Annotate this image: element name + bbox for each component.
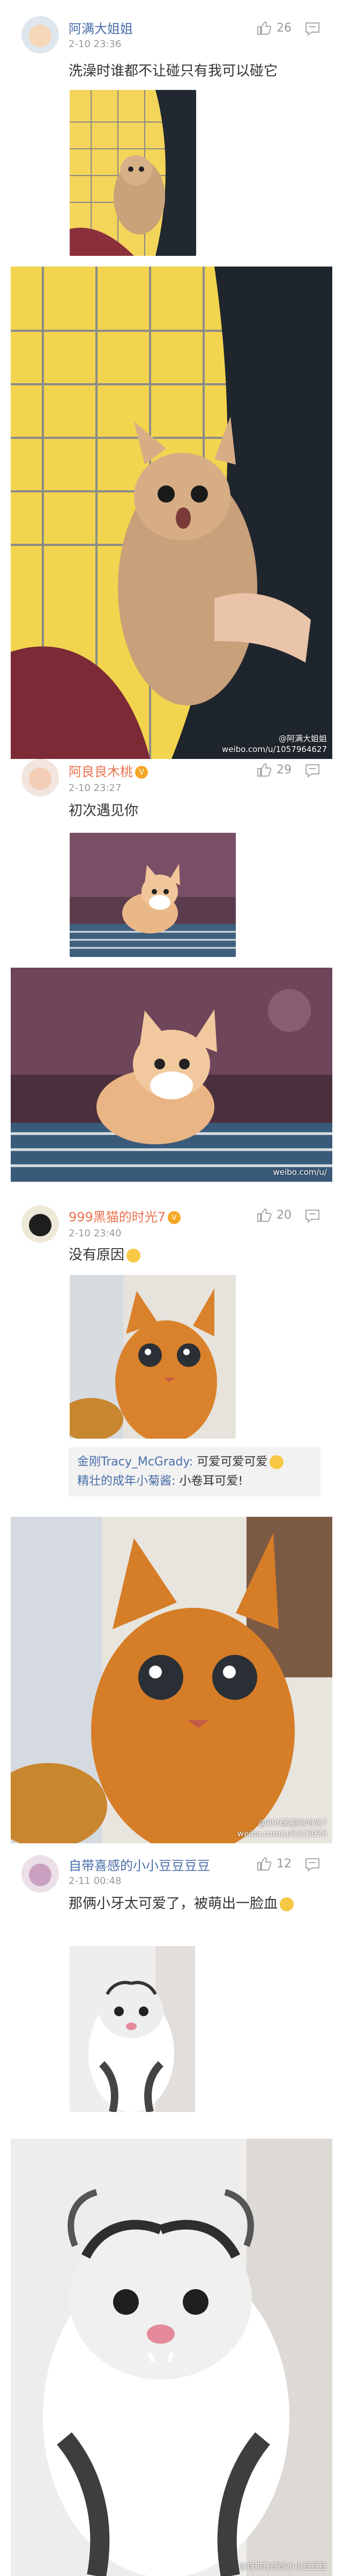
comment-text: 那俩小牙太可爱了，被萌出一脸血 [69,1893,326,1915]
thumbs-up-icon [256,762,272,777]
like-button[interactable]: 20 [256,1207,292,1222]
username[interactable]: 999黑猫的时光7 V [69,1206,181,1225]
like-count: 20 [277,1208,292,1222]
reply-item[interactable]: 精壮的成年小菊酱: 小卷耳可爱! [77,1472,312,1491]
comment-image-thumbnail[interactable] [70,1275,236,1439]
reply-icon[interactable] [304,21,320,36]
vip-badge-icon: V [135,766,148,779]
comment-4: 自带喜感的小小豆豆豆豆 2-11 00:48 12 那俩小牙太可爱了，被萌出一脸… [0,1850,343,2576]
thumbs-up-icon [256,20,272,35]
image-watermark: @自带喜感的小小豆豆豆 [238,2562,327,2571]
comment-image-large[interactable]: weibo.com/u/ [11,968,332,1182]
emoji-icon [126,1248,141,1263]
username[interactable]: 阿良良木桃 V [69,761,148,780]
like-count: 12 [277,1857,292,1871]
comment-image-large[interactable]: @自带喜感的小小豆豆豆 [11,2139,332,2576]
image-watermark: @999黑猫的时光7 weibo.com/u/5315936 [237,1818,327,1838]
comment-image-thumbnail[interactable] [70,90,196,256]
comment-image-thumbnail[interactable] [70,833,236,957]
timestamp: 2-10 23:27 [69,782,122,794]
vip-badge-icon: V [168,1211,181,1224]
comment-text: 洗澡时谁都不让碰只有我可以碰它 [69,63,278,79]
avatar[interactable] [21,1205,59,1243]
reply-icon[interactable] [304,763,320,778]
comment-image-large[interactable]: @阿满大姐姐 weibo.com/u/1057964627 [11,267,332,759]
comment-text: 初次遇见你 [69,803,139,819]
timestamp: 2-10 23:36 [69,39,122,50]
comment-2: 阿良良木桃 V 2-10 23:27 29 初次遇见你 weibo.com/u/ [0,748,343,1209]
reply-icon[interactable] [304,1857,320,1872]
image-watermark: weibo.com/u/ [273,1167,327,1177]
thumbs-up-icon [256,1856,272,1871]
emoji-icon [280,1897,294,1911]
username[interactable]: 阿满大姐姐 [69,18,133,37]
like-button[interactable]: 29 [256,762,292,777]
like-button[interactable]: 12 [256,1856,292,1871]
comment-image-large[interactable]: @999黑猫的时光7 weibo.com/u/5315936 [11,1517,332,1843]
avatar[interactable] [21,759,59,796]
like-count: 29 [277,763,292,777]
comment-3: 999黑猫的时光7 V 2-10 23:40 20 没有原因 金刚Tracy_Mc… [0,1197,343,1843]
reply-item[interactable]: 金刚Tracy_McGrady: 可爱可爱可爱 [77,1453,312,1472]
emoji-icon [270,1455,284,1469]
avatar[interactable] [21,16,59,54]
timestamp: 2-11 00:48 [69,1875,122,1887]
comment-text: 没有原因 [69,1244,326,1266]
avatar[interactable] [21,1855,59,1893]
like-count: 26 [277,21,292,35]
reply-list: 金刚Tracy_McGrady: 可爱可爱可爱 精壮的成年小菊酱: 小卷耳可爱! [69,1447,320,1496]
timestamp: 2-10 23:40 [69,1228,122,1239]
thumbs-up-icon [256,1207,272,1222]
username[interactable]: 自带喜感的小小豆豆豆豆 [69,1855,210,1874]
reply-icon[interactable] [304,1209,320,1224]
comment-image-thumbnail[interactable] [70,1946,195,2112]
like-button[interactable]: 26 [256,20,292,35]
comment-1: 阿满大姐姐 2-10 23:36 26 洗澡时谁都不让碰只有我可以碰它 @阿满大… [0,0,343,771]
